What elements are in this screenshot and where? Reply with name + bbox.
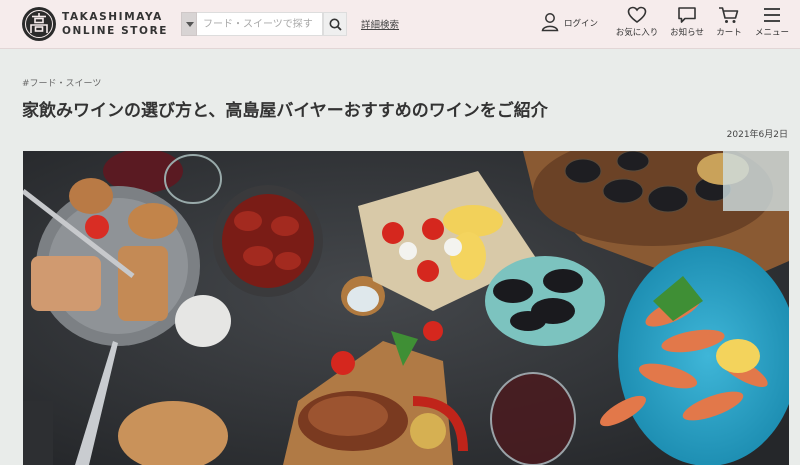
search-icon	[329, 18, 342, 31]
notices-label: お知らせ	[670, 28, 704, 38]
menu-button[interactable]: メニュー	[750, 6, 794, 44]
notices-button[interactable]: お知らせ	[666, 6, 708, 44]
search-input[interactable]	[197, 12, 323, 36]
favorites-button[interactable]: お気に入り	[612, 6, 662, 44]
takashimaya-logo-icon[interactable]	[22, 7, 56, 41]
cart-button[interactable]: カート	[712, 6, 746, 44]
cart-icon	[719, 7, 739, 23]
logo-line-2: ONLINE STORE	[62, 25, 169, 37]
login-label: ログイン	[564, 19, 599, 29]
article-category-tag[interactable]: #フード・スイーツ	[22, 76, 101, 89]
menu-label: メニュー	[754, 28, 789, 38]
food-and-wine-photo	[23, 151, 789, 465]
advanced-search-link[interactable]: 詳細検索	[361, 17, 399, 31]
favorites-label: お気に入り	[615, 28, 659, 38]
heart-icon	[627, 6, 647, 23]
search-button[interactable]	[323, 12, 347, 36]
store-logo-text[interactable]: TAKASHIMAYA ONLINE STORE	[62, 10, 168, 38]
chevron-down-icon	[186, 22, 194, 27]
cart-label: カート	[716, 28, 742, 38]
search-category-select[interactable]	[181, 12, 197, 36]
message-icon	[678, 7, 696, 23]
hero-image	[23, 151, 789, 465]
article-date: 2021年6月2日	[726, 130, 788, 140]
hamburger-menu-icon	[764, 8, 780, 22]
logo-line-1: TAKASHIMAYA	[62, 11, 163, 23]
user-icon	[541, 13, 559, 32]
site-header: TAKASHIMAYA ONLINE STORE 詳細検索 ログイン お気に入り…	[0, 0, 800, 49]
article-title: 家飲みワインの選び方と、高島屋バイヤーおすすめのワインをご紹介	[22, 101, 548, 121]
